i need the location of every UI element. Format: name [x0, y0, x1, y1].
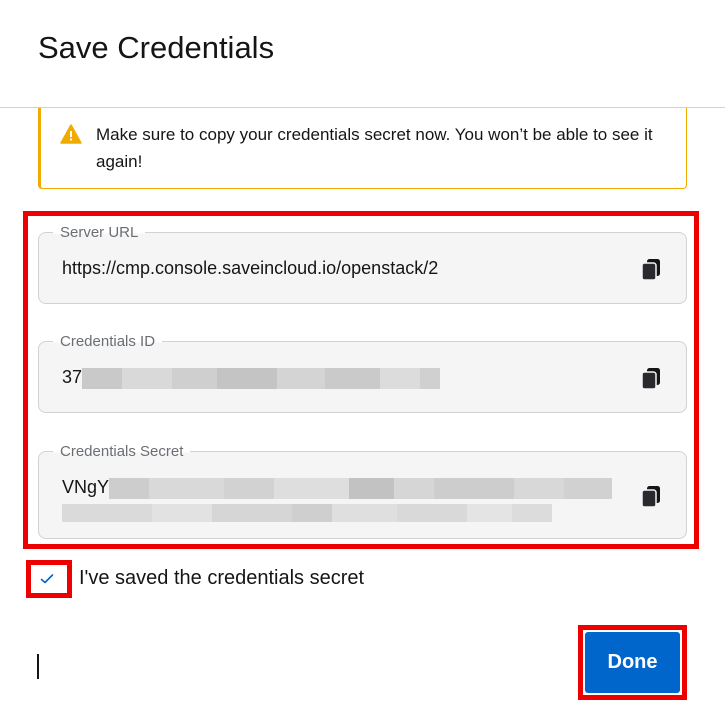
credentials-secret-label: Credentials Secret	[53, 443, 191, 460]
credentials-secret-value: VNgY	[62, 477, 110, 497]
credentials-secret-field[interactable]: Credentials Secret VNgY	[38, 443, 687, 539]
server-url-label: Server URL	[53, 224, 146, 241]
credentials-id-field[interactable]: Credentials ID 37	[38, 333, 687, 413]
done-button[interactable]: Done	[585, 632, 680, 693]
credentials-id-value: 37	[62, 367, 83, 387]
credentials-secret-redaction-line-2	[62, 504, 552, 522]
modal-title: Save Credentials	[38, 30, 275, 65]
warning-message: Make sure to copy your credentials secre…	[96, 125, 653, 171]
checkmark-icon	[40, 574, 54, 584]
saved-secret-checkbox[interactable]	[36, 569, 58, 589]
copy-icon[interactable]	[640, 367, 662, 391]
server-url-field[interactable]: Server URL https://cmp.console.saveinclo…	[38, 224, 687, 304]
saved-secret-label[interactable]: I've saved the credentials secret	[79, 567, 364, 590]
server-url-value: https://cmp.console.saveincloud.io/opens…	[62, 258, 439, 278]
warning-triangle-icon	[60, 124, 82, 144]
copy-icon[interactable]	[640, 485, 662, 509]
text-cursor	[37, 654, 39, 679]
copy-icon[interactable]	[640, 258, 662, 282]
credentials-id-label: Credentials ID	[53, 333, 163, 350]
credentials-secret-redaction-line-1	[109, 478, 612, 499]
credentials-id-redaction	[82, 368, 440, 389]
warning-alert: Make sure to copy your credentials secre…	[38, 108, 687, 189]
